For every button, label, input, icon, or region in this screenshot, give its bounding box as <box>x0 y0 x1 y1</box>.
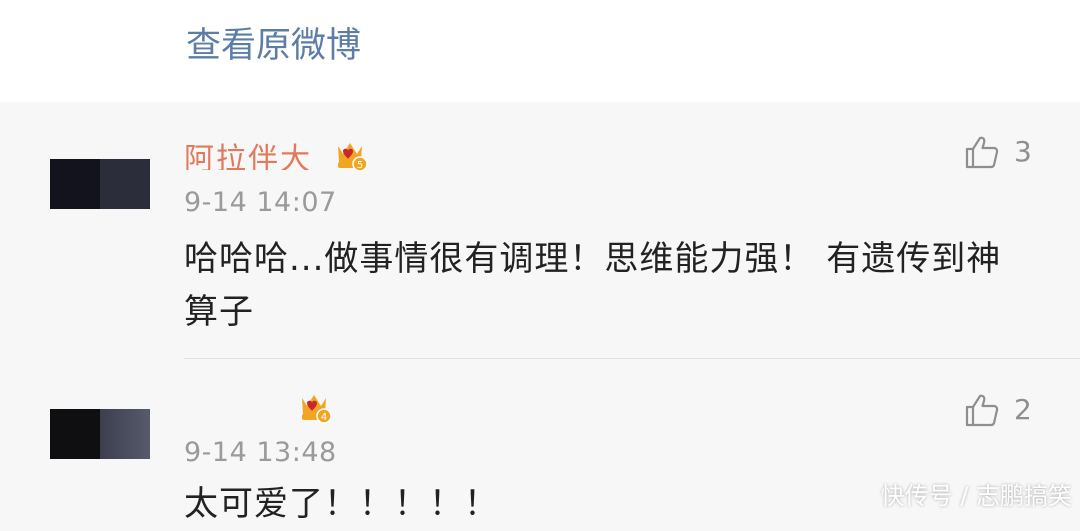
comment-username[interactable]: 阿拉伴大 <box>184 142 312 170</box>
top-bar: 查看原微博 <box>0 0 1080 102</box>
watermark: 快传号 / 志鹏搞笑 <box>880 482 1072 510</box>
like-button[interactable]: 3 <box>964 134 1032 170</box>
comment-item: 阿拉伴大 5 9-14 14:07 哈哈哈...做事情很有调理！思维能力强！ 有… <box>0 102 1080 360</box>
crown-vip-badge-icon: 4 <box>302 395 332 424</box>
like-count: 2 <box>1014 393 1032 426</box>
comment-time: 9-14 13:48 <box>184 437 337 468</box>
avatar[interactable] <box>50 159 150 209</box>
crown-vip-badge-icon: 5 <box>338 143 368 172</box>
badge-level: 5 <box>357 160 363 171</box>
comment-username[interactable] <box>184 395 294 423</box>
view-original-weibo-link[interactable]: 查看原微博 <box>186 22 361 70</box>
comment-time: 9-14 14:07 <box>184 187 337 218</box>
avatar-right <box>100 159 150 209</box>
thumbs-up-icon <box>965 136 999 169</box>
avatar-left <box>50 409 100 459</box>
avatar-left <box>50 159 100 209</box>
comment-text: 哈哈哈...做事情很有调理！思维能力强！ 有遗传到神算子 <box>184 239 1002 332</box>
divider <box>184 358 1080 359</box>
avatar-right <box>100 409 150 459</box>
like-button[interactable]: 2 <box>964 392 1032 428</box>
like-count: 3 <box>1014 135 1032 168</box>
thumbs-up-icon <box>965 394 999 427</box>
avatar[interactable] <box>50 409 150 459</box>
badge-level: 4 <box>321 412 327 423</box>
